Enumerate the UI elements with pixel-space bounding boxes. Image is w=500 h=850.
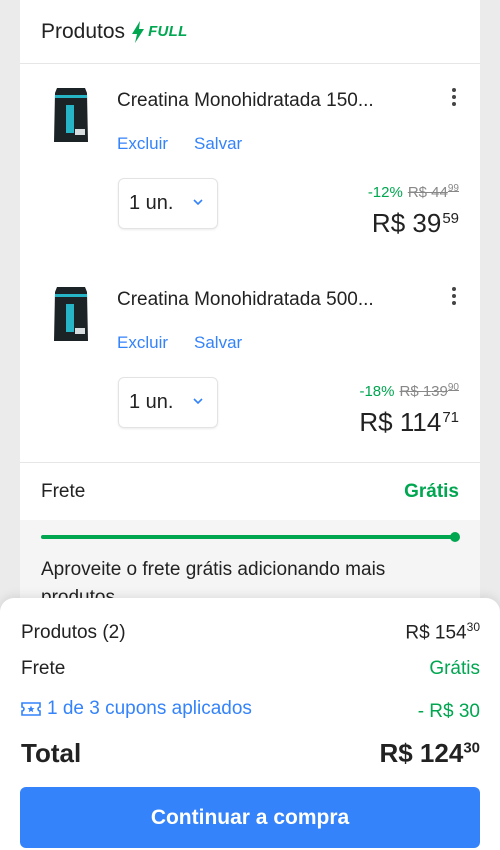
summary-shipping-row: Frete Grátis [21,658,480,680]
free-shipping-progress-bar [41,532,460,542]
old-price: R$ 4499 [407,183,459,201]
price-discount-row: -18% R$ 13990 [359,382,459,400]
more-options-icon[interactable] [446,86,462,108]
product-image [54,287,88,341]
shipping-row: Frete Grátis [20,462,480,520]
total-label: Total [21,738,82,768]
total-value: R$ 12430 [379,738,480,768]
summary-shipping-value: Grátis [429,658,480,679]
more-options-icon[interactable] [446,285,462,307]
current-price: R$ 114 71 [359,407,459,437]
save-for-later-button[interactable]: Salvar [194,134,242,154]
full-badge-label: FULL [148,23,188,40]
summary-products-label: Produtos (2) [21,622,126,644]
page-title: Produtos [41,19,126,43]
product-title[interactable]: Creatina Monohidratada 500... [117,289,417,311]
continue-purchase-button[interactable]: Continuar a compra [20,787,480,848]
quantity-select[interactable]: 1 un. [118,377,218,428]
price-discount-row: -12% R$ 4499 [368,183,459,201]
chevron-down-icon [193,398,203,405]
discount-badge: -18% [359,383,395,400]
old-price: R$ 13990 [399,382,460,400]
quantity-select[interactable]: 1 un. [118,178,218,229]
discount-badge: -12% [367,184,403,201]
coupons-link[interactable]: 1 de 3 cupons aplicados [21,698,252,720]
lightning-icon [132,20,145,43]
summary-products-row: Produtos (2) R$ 15430 [21,620,480,644]
save-for-later-button[interactable]: Salvar [194,333,242,353]
current-price: R$ 39 59 [371,208,459,238]
cart-item: Creatina Monohidratada 150... Excluir Sa… [20,64,480,263]
quantity-value: 1 un. [129,391,174,413]
products-card: Produtos FULL Creatina Monohidratada 150… [20,0,480,700]
coupons-label: 1 de 3 cupons aplicados [47,698,252,719]
chevron-down-icon [193,199,203,206]
order-summary-panel: Produtos (2) R$ 15430 Frete Grátis 1 de … [0,598,500,850]
coupons-discount-value: - R$ 30 [417,701,480,722]
full-badge: FULL [131,20,188,43]
product-image [54,88,88,142]
summary-total-row: Total R$ 12430 [21,738,480,769]
coupon-icon [21,702,41,716]
products-header: Produtos FULL [20,0,480,64]
shipping-label: Frete [41,480,86,502]
summary-shipping-label: Frete [21,658,66,679]
shipping-value: Grátis [404,480,459,502]
cart-item: Creatina Monohidratada 500... Excluir Sa… [20,263,480,462]
product-title[interactable]: Creatina Monohidratada 150... [117,90,417,112]
remove-button[interactable]: Excluir [117,333,168,353]
summary-coupons-row: 1 de 3 cupons aplicados - R$ 30 [21,698,480,723]
summary-products-value: R$ 15430 [405,620,480,644]
quantity-value: 1 un. [129,192,174,214]
remove-button[interactable]: Excluir [117,134,168,154]
